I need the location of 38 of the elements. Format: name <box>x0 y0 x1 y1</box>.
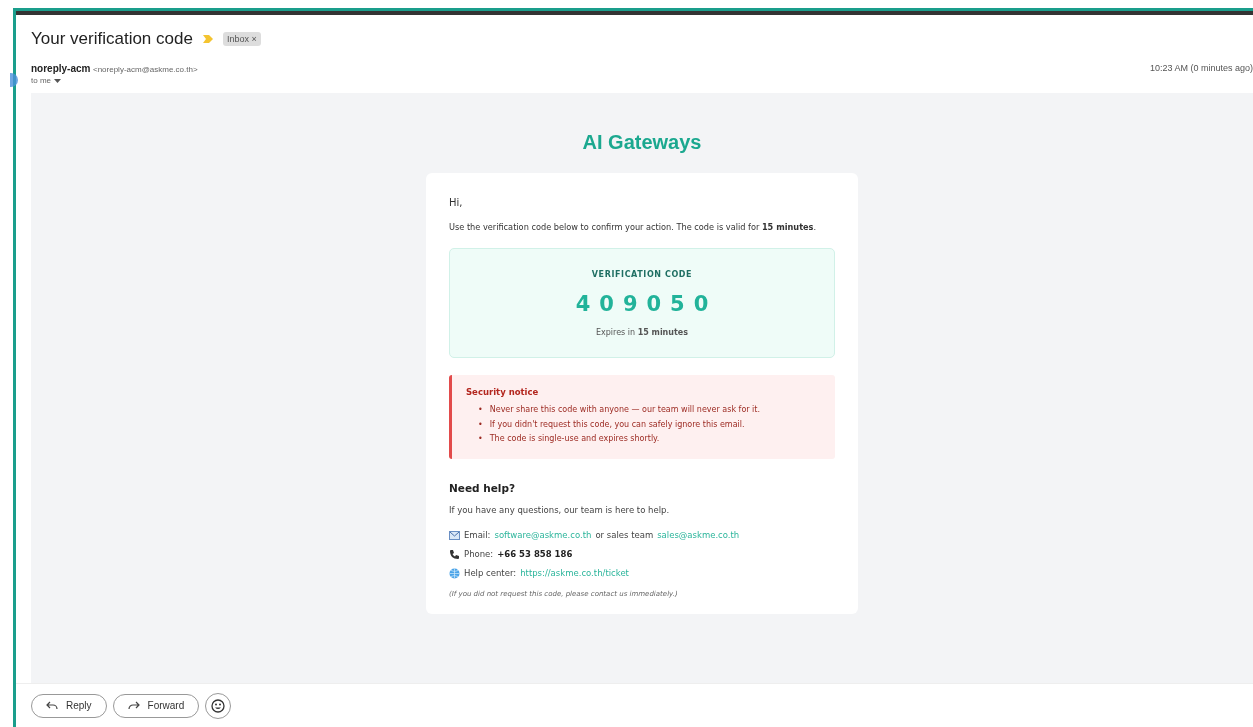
bullet: • <box>478 433 483 445</box>
intro-paragraph: Use the verification code below to confirm your action. The code is valid for 15 minutes. <box>449 222 818 232</box>
greeting: Hi, <box>449 197 464 208</box>
notice-item: The code is single-use and expires shortly. <box>489 433 660 445</box>
forward-arrow-icon <box>127 701 140 710</box>
brand-title: AI Gateways <box>582 131 702 154</box>
help-text: If you have any questions, our team is here to help. <box>449 504 671 515</box>
email-timestamp: 10:23 AM (0 minutes ago) <box>1149 63 1253 75</box>
notice-item: Never share this code with anyone — our team will never ask for it. <box>489 404 761 416</box>
contact-label: Help center: <box>464 566 517 580</box>
sender-address: <noreply-acm@askme.co.th> <box>93 65 198 74</box>
globe-icon <box>449 567 460 579</box>
reply-arrow-icon <box>46 701 58 710</box>
dropdown-caret-icon[interactable] <box>54 78 61 83</box>
contact-label: Phone: <box>464 547 494 561</box>
notice-title: Security notice <box>466 387 540 397</box>
sender-name: noreply-acm <box>31 63 91 74</box>
bullet: • <box>478 404 483 416</box>
smiley-icon <box>211 698 226 713</box>
code-label: VERIFICATION CODE <box>590 270 694 279</box>
notice-item: If you didn't request this code, you can safely ignore this email. <box>489 418 745 431</box>
phone-icon <box>449 548 460 560</box>
inbox-label-chip[interactable]: Inbox × <box>222 32 261 46</box>
emoji-reaction-button[interactable] <box>205 692 232 719</box>
contact-label: Email: <box>464 528 491 542</box>
verification-code: 409050 <box>574 292 719 316</box>
expiry-text: Expires in 15 minutes <box>594 328 690 337</box>
help-heading: Need help? <box>449 481 516 494</box>
forward-button[interactable]: Forward <box>112 693 200 718</box>
importance-marker-icon[interactable] <box>202 35 213 43</box>
phone-number: +66 53 858 186 <box>497 547 573 561</box>
contact-text: or sales team <box>595 528 654 542</box>
envelope-icon <box>449 530 460 540</box>
recipient-text: to me <box>31 76 51 85</box>
bullet: • <box>478 418 483 431</box>
avatar-edge <box>10 73 18 87</box>
reply-button[interactable]: Reply <box>31 693 107 718</box>
email-subject: Your verification code <box>31 29 193 49</box>
